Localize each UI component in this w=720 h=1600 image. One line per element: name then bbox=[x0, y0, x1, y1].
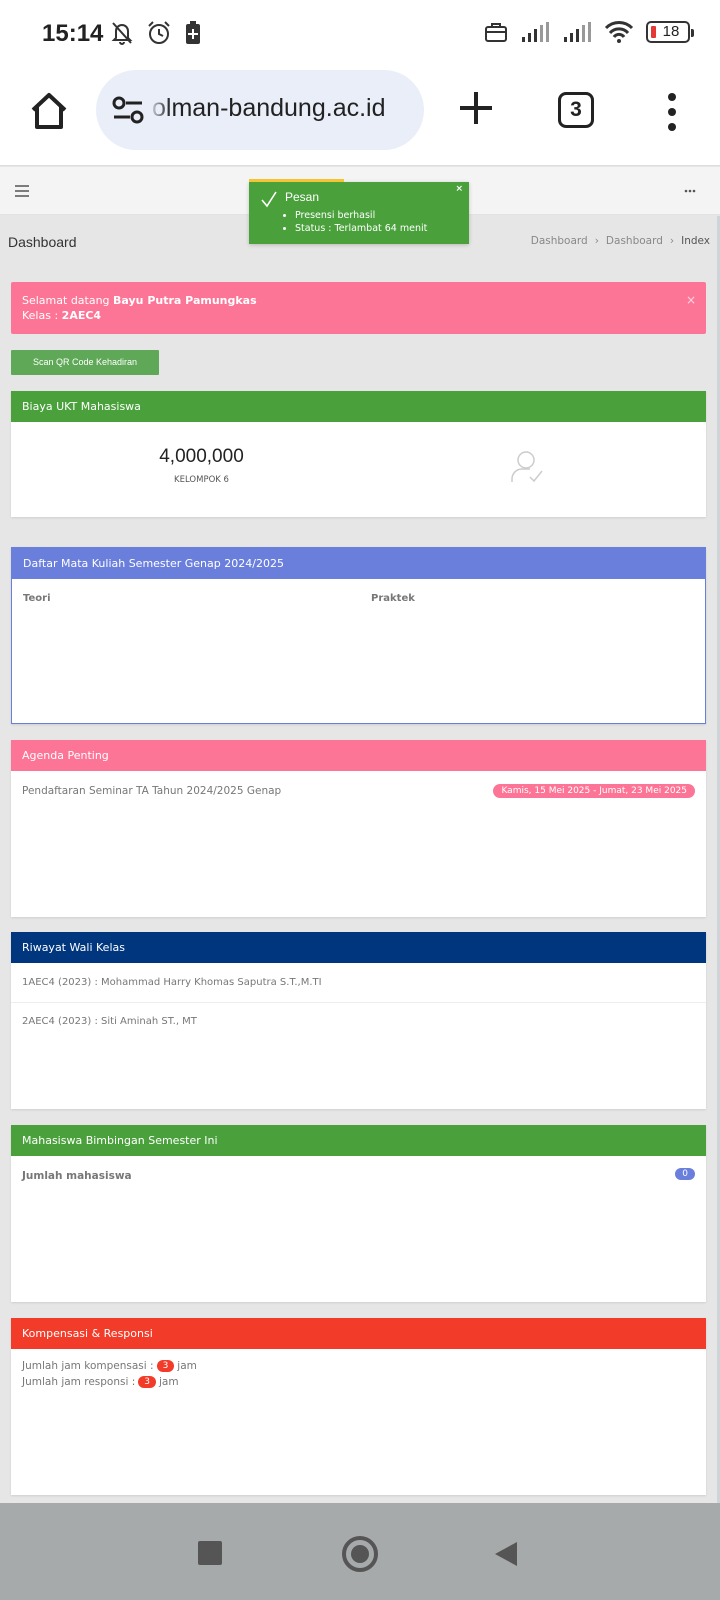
toast-title: Pesan bbox=[285, 190, 320, 204]
site-settings-icon[interactable] bbox=[112, 96, 144, 124]
column-theory: Teori bbox=[23, 593, 51, 604]
more-vert-icon[interactable] bbox=[662, 92, 682, 132]
menu-icon[interactable] bbox=[15, 185, 29, 197]
bell-off-icon bbox=[111, 22, 133, 45]
ukt-card: Biaya UKT Mahasiswa 4,000,000 KELOMPOK 6 bbox=[11, 391, 706, 517]
address-bar[interactable]: olman-bandung.ac.id bbox=[96, 70, 424, 150]
toast-message: Presensi berhasil bbox=[295, 209, 427, 222]
wali-card: Riwayat Wali Kelas 1AEC4 (2023) : Mohamm… bbox=[11, 932, 706, 1109]
wali-row: 2AEC4 (2023) : Siti Aminah ST., MT bbox=[22, 1016, 197, 1027]
alert-close-button[interactable]: × bbox=[686, 293, 696, 307]
welcome-greeting: Selamat datang bbox=[22, 294, 114, 307]
agenda-item: Pendaftaran Seminar TA Tahun 2024/2025 G… bbox=[22, 785, 282, 797]
wali-row: 1AEC4 (2023) : Mohammad Harry Khomas Sap… bbox=[22, 977, 322, 988]
card-title: Biaya UKT Mahasiswa bbox=[11, 391, 706, 422]
kompensasi-row: Jumlah jam kompensasi : 3 jam bbox=[22, 1360, 197, 1372]
agenda-card: Agenda Penting Pendaftaran Seminar TA Ta… bbox=[11, 740, 706, 917]
battery-icon: 18 bbox=[646, 21, 694, 43]
recents-button[interactable] bbox=[198, 1541, 222, 1565]
divider bbox=[11, 1002, 706, 1003]
url-text: olman-bandung.ac.id bbox=[152, 94, 386, 122]
unit-label: jam bbox=[177, 1360, 197, 1372]
column-practice: Praktek bbox=[371, 593, 415, 604]
unit-label: jam bbox=[159, 1376, 179, 1388]
battery-saver-icon bbox=[186, 21, 200, 44]
signal-icon bbox=[564, 22, 591, 42]
kompensasi-badge: 3 bbox=[156, 1360, 175, 1372]
wifi-icon bbox=[604, 21, 634, 43]
breadcrumb-separator: › bbox=[669, 235, 675, 247]
home-button[interactable] bbox=[342, 1536, 378, 1572]
breadcrumb-item-active: Index bbox=[681, 235, 710, 247]
status-bar: 15:14 18 bbox=[0, 0, 720, 70]
ukt-group: KELOMPOK 6 bbox=[174, 475, 229, 485]
responsi-row: Jumlah jam responsi : 3 jam bbox=[22, 1376, 179, 1388]
responsi-badge: 3 bbox=[138, 1376, 156, 1388]
card-title: Riwayat Wali Kelas bbox=[11, 932, 706, 963]
breadcrumb: Dashboard › Dashboard › Index bbox=[531, 235, 710, 247]
agenda-date-badge: Kamis, 15 Mei 2025 - Jumat, 23 Mei 2025 bbox=[493, 784, 695, 798]
system-nav-bar bbox=[0, 1503, 720, 1600]
breadcrumb-item[interactable]: Dashboard bbox=[606, 235, 663, 247]
student-count-label: Jumlah mahasiswa bbox=[22, 1170, 132, 1182]
new-tab-icon[interactable] bbox=[456, 88, 496, 128]
more-horiz-icon[interactable] bbox=[684, 189, 696, 193]
bimbingan-card: Mahasiswa Bimbingan Semester Ini Jumlah … bbox=[11, 1125, 706, 1302]
briefcase-icon bbox=[485, 23, 507, 42]
breadcrumb-separator: › bbox=[594, 235, 599, 247]
page-title: Dashboard bbox=[8, 234, 77, 250]
signal-icon bbox=[522, 22, 549, 42]
user-check-icon bbox=[511, 451, 543, 483]
toast-messages: Presensi berhasil Status : Terlambat 64 … bbox=[295, 209, 427, 235]
browser-toolbar: olman-bandung.ac.id 3 bbox=[0, 70, 720, 166]
toast-progress bbox=[249, 179, 344, 182]
student-count-badge: 0 bbox=[675, 1168, 695, 1180]
class-label: Kelas : bbox=[22, 309, 62, 322]
card-title: Agenda Penting bbox=[11, 740, 706, 771]
check-icon bbox=[261, 191, 277, 208]
class-value: 2AEC4 bbox=[61, 309, 102, 322]
toast-message: Status : Terlambat 64 menit bbox=[295, 222, 427, 235]
kompensasi-label: Jumlah jam kompensasi : bbox=[22, 1360, 154, 1372]
responsi-label: Jumlah jam responsi : bbox=[22, 1376, 136, 1388]
toast-close-button[interactable]: × bbox=[455, 184, 463, 194]
clock: 15:14 bbox=[42, 20, 104, 47]
ukt-amount: 4,000,000 bbox=[159, 446, 244, 467]
card-title: Kompensasi & Responsi bbox=[11, 1318, 706, 1349]
card-title: Daftar Mata Kuliah Semester Genap 2024/2… bbox=[12, 548, 705, 579]
welcome-alert: Selamat datang Bayu Putra Pamungkas Kela… bbox=[11, 282, 706, 334]
toast-notification: Pesan × Presensi berhasil Status : Terla… bbox=[249, 179, 469, 244]
alarm-icon bbox=[148, 21, 170, 44]
breadcrumb-item[interactable]: Dashboard bbox=[531, 235, 588, 247]
card-title: Mahasiswa Bimbingan Semester Ini bbox=[11, 1125, 706, 1156]
home-icon[interactable] bbox=[28, 90, 70, 132]
student-name: Bayu Putra Pamungkas bbox=[113, 294, 257, 307]
courses-card: Daftar Mata Kuliah Semester Genap 2024/2… bbox=[11, 547, 706, 724]
back-icon[interactable] bbox=[494, 1541, 518, 1567]
kompensasi-card: Kompensasi & Responsi Jumlah jam kompens… bbox=[11, 1318, 706, 1495]
scan-qr-button[interactable]: Scan QR Code Kehadiran bbox=[11, 350, 159, 375]
tab-switcher-button[interactable]: 3 bbox=[558, 92, 594, 128]
